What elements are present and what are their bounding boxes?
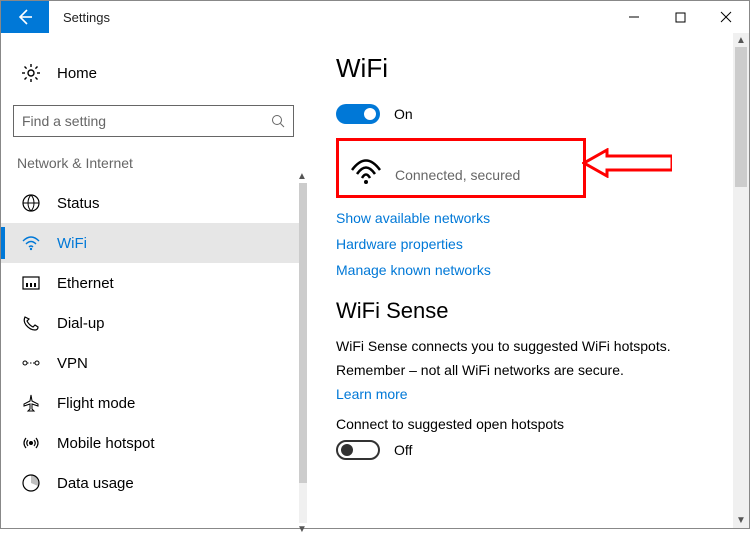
- back-arrow-icon: [15, 7, 35, 27]
- close-icon: [720, 11, 732, 23]
- maximize-icon: [675, 12, 686, 23]
- close-button[interactable]: [703, 1, 749, 33]
- annotation-arrow-icon: [582, 148, 672, 178]
- wifi-sense-warning: Remember – not all WiFi networks are sec…: [336, 362, 729, 378]
- wifi-sense-description: WiFi Sense connects you to suggested WiF…: [336, 338, 729, 354]
- wifi-sense-title: WiFi Sense: [336, 298, 729, 324]
- suggested-hotspots-toggle-row: Off: [336, 440, 729, 460]
- window-title: Settings: [49, 1, 110, 33]
- learn-more-link[interactable]: Learn more: [336, 386, 729, 402]
- home-label: Home: [57, 65, 97, 82]
- gear-icon: [21, 63, 41, 83]
- sidebar-item-dialup[interactable]: Dial-up: [1, 303, 306, 343]
- current-network-item[interactable]: Connected, secured: [351, 157, 575, 185]
- main-panel: WiFi On Connected, secured Show availabl…: [306, 33, 749, 528]
- search-box[interactable]: [13, 105, 294, 137]
- back-button[interactable]: [1, 1, 49, 33]
- hardware-properties-link[interactable]: Hardware properties: [336, 236, 729, 252]
- data-usage-icon: [21, 473, 41, 493]
- sidebar-item-label: WiFi: [57, 235, 87, 252]
- toggle-label: Off: [394, 442, 412, 458]
- category-header: Network & Internet: [17, 155, 294, 171]
- sidebar-item-label: Flight mode: [57, 395, 135, 412]
- ethernet-icon: [21, 273, 41, 293]
- status-icon: [21, 193, 41, 213]
- nav-list: Status WiFi Ethernet Dial-up VPN Flight …: [1, 183, 306, 503]
- sidebar-item-vpn[interactable]: VPN: [1, 343, 306, 383]
- sidebar-item-ethernet[interactable]: Ethernet: [1, 263, 306, 303]
- sidebar: Home Network & Internet Status WiFi Ethe…: [1, 33, 306, 528]
- toggle-label: On: [394, 106, 413, 122]
- scroll-down-icon: ▼: [736, 515, 746, 526]
- sidebar-item-label: VPN: [57, 355, 88, 372]
- hotspot-icon: [21, 433, 41, 453]
- network-status-text: Connected, secured: [395, 167, 520, 185]
- page-title: WiFi: [336, 53, 729, 84]
- minimize-button[interactable]: [611, 1, 657, 33]
- suggested-hotspots-toggle[interactable]: [336, 440, 380, 460]
- wifi-icon: [21, 233, 41, 253]
- dialup-icon: [21, 313, 41, 333]
- main-scrollbar[interactable]: ▲ ▼: [733, 33, 749, 528]
- minimize-icon: [628, 11, 640, 23]
- window-controls: [611, 1, 749, 33]
- current-network-box: Connected, secured: [336, 138, 586, 198]
- sidebar-item-flight-mode[interactable]: Flight mode: [1, 383, 306, 423]
- sidebar-item-data-usage[interactable]: Data usage: [1, 463, 306, 503]
- sidebar-item-mobile-hotspot[interactable]: Mobile hotspot: [1, 423, 306, 463]
- sidebar-item-wifi[interactable]: WiFi: [1, 223, 306, 263]
- titlebar: Settings: [1, 1, 749, 33]
- sidebar-item-label: Ethernet: [57, 275, 114, 292]
- sidebar-item-label: Status: [57, 195, 100, 212]
- sidebar-item-label: Mobile hotspot: [57, 435, 155, 452]
- connect-suggested-label: Connect to suggested open hotspots: [336, 416, 729, 432]
- airplane-icon: [21, 393, 41, 413]
- wifi-signal-icon: [351, 157, 381, 185]
- search-input[interactable]: [22, 113, 271, 129]
- maximize-button[interactable]: [657, 1, 703, 33]
- sidebar-item-status[interactable]: Status: [1, 183, 306, 223]
- scrollbar-thumb[interactable]: [735, 47, 747, 187]
- manage-known-networks-link[interactable]: Manage known networks: [336, 262, 729, 278]
- home-button[interactable]: Home: [13, 53, 294, 93]
- show-available-networks-link[interactable]: Show available networks: [336, 210, 729, 226]
- sidebar-item-label: Dial-up: [57, 315, 105, 332]
- wifi-toggle[interactable]: [336, 104, 380, 124]
- wifi-toggle-row: On: [336, 104, 729, 124]
- sidebar-item-label: Data usage: [57, 475, 134, 492]
- scroll-up-icon: ▲: [736, 35, 746, 46]
- search-icon: [271, 114, 285, 128]
- vpn-icon: [21, 353, 41, 373]
